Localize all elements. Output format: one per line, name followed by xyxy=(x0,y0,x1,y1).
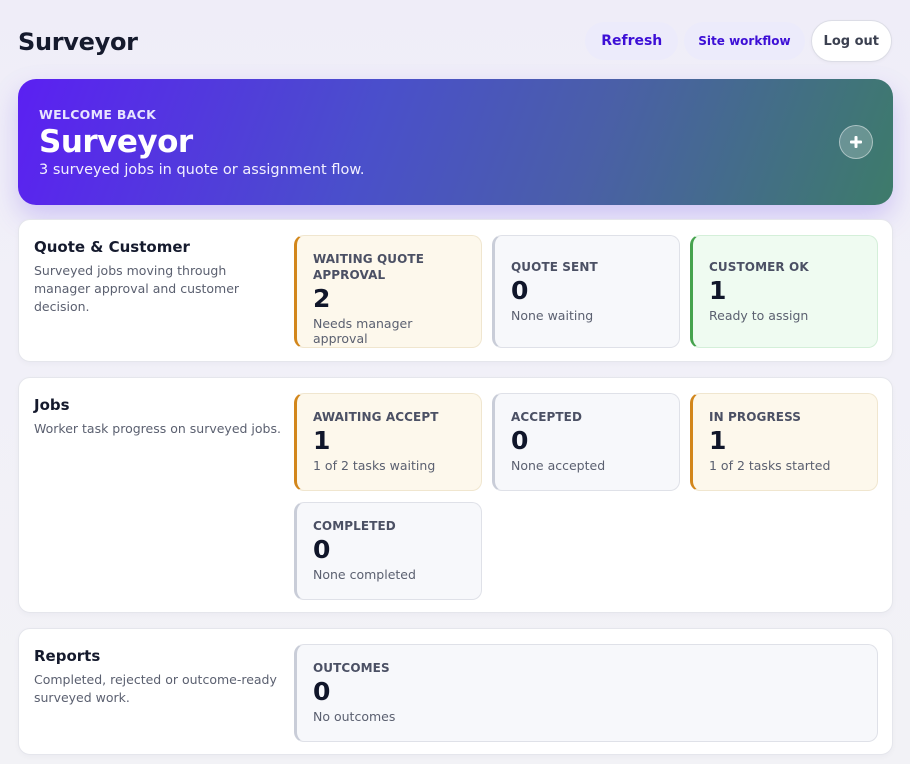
quote-customer-section: Quote & Customer Surveyed jobs moving th… xyxy=(18,219,893,362)
stat-label: OUTCOMES xyxy=(313,661,390,675)
stat-label: ACCEPTED xyxy=(511,410,583,424)
stat-note: Needs manager approval xyxy=(313,316,413,346)
stat-label: WAITING QUOTE APPROVAL xyxy=(313,252,424,282)
add-button[interactable] xyxy=(839,125,873,159)
stat-value: 1 xyxy=(709,276,727,305)
stat-label: COMPLETED xyxy=(313,519,396,533)
refresh-button[interactable]: Refresh xyxy=(585,22,679,60)
stat-note: Ready to assign xyxy=(709,308,809,323)
stat-note: None accepted xyxy=(511,458,606,473)
stat-card-outcomes[interactable]: OUTCOMES 0 No outcomes xyxy=(294,644,878,742)
stat-value: 0 xyxy=(313,677,331,706)
stat-card-waiting-quote-approval[interactable]: WAITING QUOTE APPROVAL 2 Needs manager a… xyxy=(294,235,482,348)
welcome-subtitle: 3 surveyed jobs in quote or assignment f… xyxy=(39,162,365,178)
stat-label: AWAITING ACCEPT xyxy=(313,410,439,424)
stat-note: 1 of 2 tasks waiting xyxy=(313,458,436,473)
section-header: Jobs Worker task progress on surveyed jo… xyxy=(34,396,284,438)
stat-note: None completed xyxy=(313,567,416,582)
jobs-section: Jobs Worker task progress on surveyed jo… xyxy=(18,377,893,613)
stat-card-completed[interactable]: COMPLETED 0 None completed xyxy=(294,502,482,600)
reports-section: Reports Completed, rejected or outcome-r… xyxy=(18,628,893,755)
stat-label: IN PROGRESS xyxy=(709,410,802,424)
welcome-banner: WELCOME BACK Surveyor 3 surveyed jobs in… xyxy=(18,79,893,205)
app-title: Surveyor xyxy=(18,28,138,56)
stat-card-quote-sent[interactable]: QUOTE SENT 0 None waiting xyxy=(492,235,680,348)
plus-icon xyxy=(850,136,862,148)
welcome-eyebrow: WELCOME BACK xyxy=(39,107,157,122)
top-actions: Refresh Site workflow Log out xyxy=(585,20,892,62)
welcome-title: Surveyor xyxy=(39,124,193,160)
section-title: Jobs xyxy=(34,396,70,414)
stat-note: None waiting xyxy=(511,308,594,323)
stat-card-in-progress[interactable]: IN PROGRESS 1 1 of 2 tasks started xyxy=(690,393,878,491)
stat-value: 2 xyxy=(313,284,331,313)
logout-button[interactable]: Log out xyxy=(810,20,892,62)
stat-value: 0 xyxy=(511,276,529,305)
stat-card-accepted[interactable]: ACCEPTED 0 None accepted xyxy=(492,393,680,491)
stat-value: 0 xyxy=(511,426,529,455)
stat-card-customer-ok[interactable]: CUSTOMER OK 1 Ready to assign xyxy=(690,235,878,348)
section-description: Completed, rejected or outcome-ready sur… xyxy=(34,672,277,705)
section-header: Quote & Customer Surveyed jobs moving th… xyxy=(34,238,284,316)
section-description: Worker task progress on surveyed jobs. xyxy=(34,421,281,436)
stat-note: 1 of 2 tasks started xyxy=(709,458,831,473)
stat-note: No outcomes xyxy=(313,709,396,724)
top-bar: Surveyor Refresh Site workflow Log out xyxy=(18,20,892,62)
section-title: Reports xyxy=(34,647,101,665)
stat-card-awaiting-accept[interactable]: AWAITING ACCEPT 1 1 of 2 tasks waiting xyxy=(294,393,482,491)
section-description: Surveyed jobs moving through manager app… xyxy=(34,263,240,314)
stat-label: QUOTE SENT xyxy=(511,260,598,274)
stat-value: 0 xyxy=(313,535,331,564)
stat-value: 1 xyxy=(709,426,727,455)
section-title: Quote & Customer xyxy=(34,238,190,256)
section-header: Reports Completed, rejected or outcome-r… xyxy=(34,647,284,707)
stat-label: CUSTOMER OK xyxy=(709,260,809,274)
stat-value: 1 xyxy=(313,426,331,455)
site-workflow-button[interactable]: Site workflow xyxy=(684,22,805,60)
